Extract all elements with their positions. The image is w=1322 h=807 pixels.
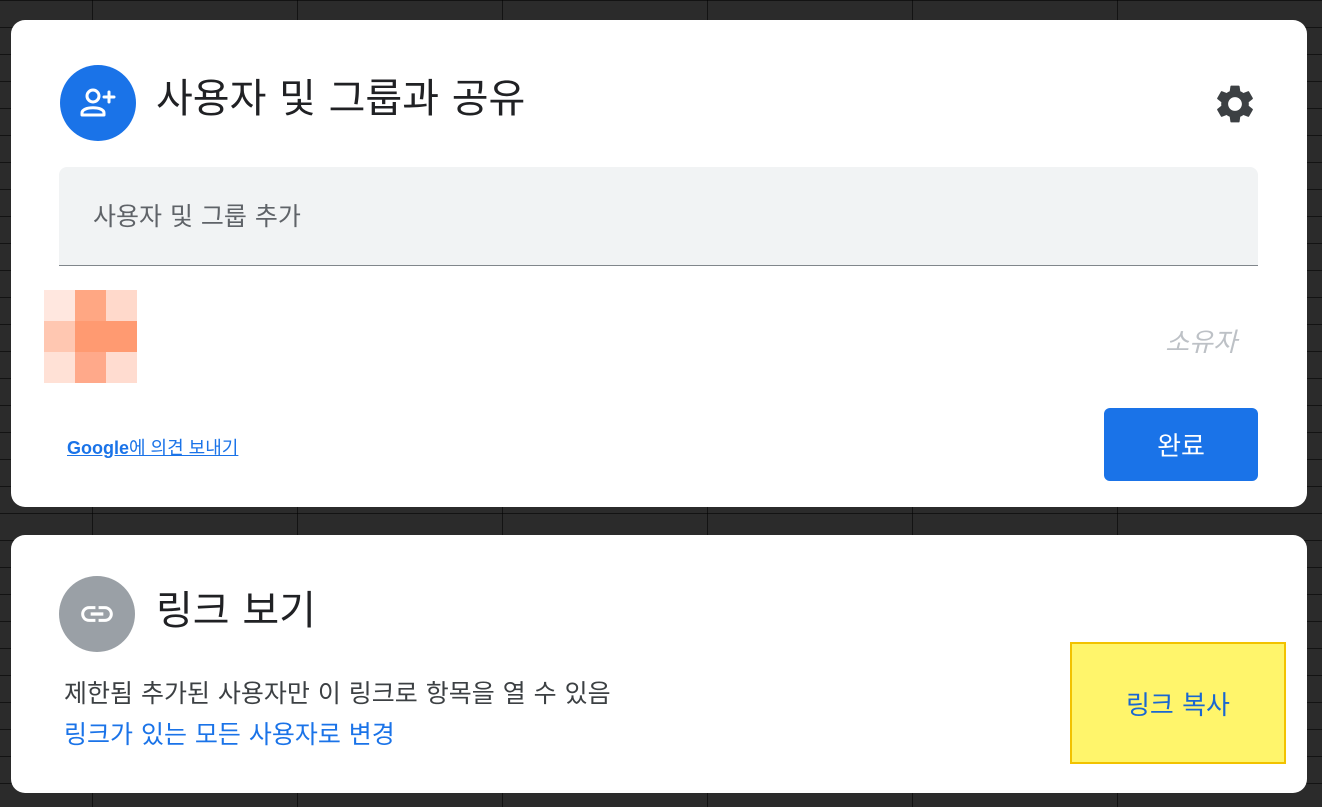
restriction-description: 추가된 사용자만 이 링크로 항목을 열 수 있음	[133, 679, 611, 708]
person-add-icon	[60, 65, 136, 141]
dialog-title: 사용자 및 그룹과 공유	[156, 76, 526, 122]
send-feedback-link[interactable]: Google에 의견 보내기	[67, 434, 238, 460]
owner-row: 소유자	[11, 288, 1307, 383]
avatar-pixel	[75, 352, 106, 383]
feedback-rest-text: 에 의견 보내기	[129, 438, 239, 458]
link-icon	[59, 576, 135, 652]
avatar-pixel	[44, 352, 75, 383]
avatar	[44, 290, 137, 383]
change-access-link[interactable]: 링크가 있는 모든 사용자로 변경	[64, 715, 395, 751]
gear-icon	[1217, 85, 1253, 123]
avatar-pixel	[75, 321, 106, 352]
feedback-google-text: Google	[67, 438, 129, 458]
avatar-pixel	[106, 352, 137, 383]
add-people-input[interactable]	[91, 195, 1225, 237]
view-link-card: 링크 보기 제한됨 추가된 사용자만 이 링크로 항목을 열 수 있음 링크가 …	[11, 535, 1307, 793]
restriction-level: 제한됨	[64, 679, 134, 708]
settings-button[interactable]	[1207, 76, 1263, 132]
copy-link-button[interactable]: 링크 복사	[1070, 642, 1286, 764]
avatar-pixel	[44, 290, 75, 321]
avatar-pixel	[44, 321, 75, 352]
link-card-title: 링크 보기	[156, 588, 316, 634]
avatar-pixel	[106, 290, 137, 321]
link-restriction-text: 제한됨 추가된 사용자만 이 링크로 항목을 열 수 있음	[64, 674, 611, 710]
avatar-pixel	[106, 321, 137, 352]
add-people-field[interactable]	[59, 167, 1258, 266]
avatar-pixel	[75, 290, 106, 321]
owner-role-label: 소유자	[1165, 328, 1237, 358]
share-dialog-card: 사용자 및 그룹과 공유 소유자 Google에 의견 보내기 완료	[11, 20, 1307, 507]
done-button[interactable]: 완료	[1104, 408, 1258, 481]
